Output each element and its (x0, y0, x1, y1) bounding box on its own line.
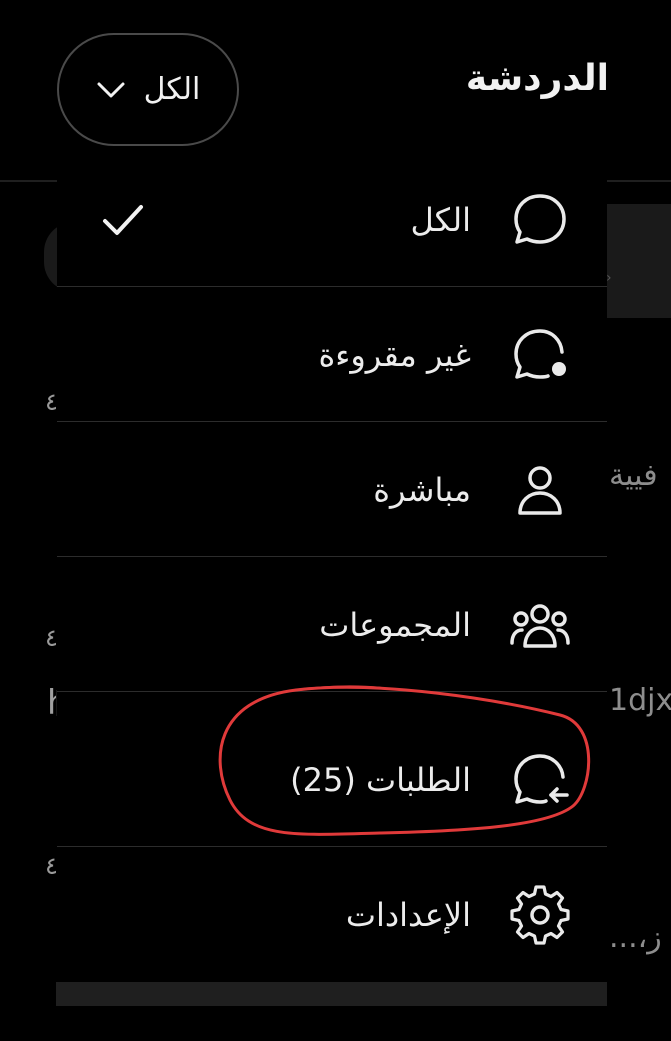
checkmark-icon (103, 204, 143, 235)
menu-item-settings[interactable]: الإعدادات (57, 847, 607, 982)
background-time: ٤ (45, 852, 58, 880)
menu-item-label: المجموعات (319, 605, 471, 644)
filter-label: الكل (143, 72, 201, 107)
gear-icon (510, 884, 570, 945)
menu-item-unread[interactable]: غير مقروءة (57, 287, 607, 422)
group-icon (510, 603, 570, 648)
menu-item-label: غير مقروءة (318, 335, 471, 374)
menu-item-groups[interactable]: المجموعات (57, 557, 607, 692)
background-snippet: 1djx (609, 683, 671, 718)
menu-item-label: الكل (410, 200, 471, 239)
background-bar (56, 982, 607, 1006)
menu-item-label: الطلبات (25) (290, 760, 471, 799)
chat-bubble-unread-icon (514, 328, 566, 379)
filter-menu: الكل غير مقروءة مباشرة المجموعات الطلبات… (57, 152, 607, 982)
menu-item-direct[interactable]: مباشرة (57, 422, 607, 557)
chat-bubble-icon (514, 193, 566, 244)
background-time: ٤ (45, 388, 58, 416)
chat-bubble-request-icon (514, 753, 569, 804)
menu-item-all[interactable]: الكل (57, 152, 607, 287)
page-title: الدردشة (465, 58, 609, 99)
person-icon (518, 465, 562, 515)
menu-item-label: الإعدادات (345, 895, 471, 934)
menu-divider (57, 691, 607, 692)
menu-item-requests[interactable]: الطلبات (25) (57, 712, 607, 847)
background-time: ٤ (45, 624, 58, 652)
filter-dropdown-button[interactable]: الكل (57, 33, 239, 146)
chevron-down-icon (97, 82, 125, 97)
background-snippet: فيية (609, 458, 658, 493)
menu-item-label: مباشرة (373, 470, 471, 509)
background-card (607, 204, 671, 318)
background-snippet: ز،... (609, 920, 662, 955)
